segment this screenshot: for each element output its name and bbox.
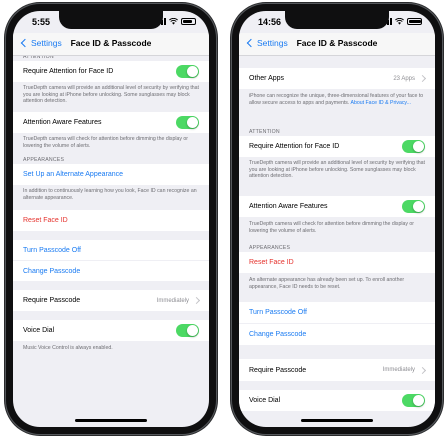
- require-attention-row: Require Attention for Face ID: [13, 61, 209, 82]
- left-phone: 5:55 Settings Face ID & Passcode ATTENTI…: [6, 4, 216, 434]
- require-attention-label: Require Attention for Face ID: [23, 68, 114, 75]
- chevron-right-icon: [192, 296, 201, 305]
- require-passcode-value: Immediately: [156, 297, 189, 304]
- require-attention-toggle[interactable]: [402, 140, 425, 153]
- nav-bar: Settings Face ID & Passcode: [239, 33, 435, 56]
- other-apps-label: Other Apps: [249, 75, 285, 82]
- page-title: Face ID & Passcode: [70, 38, 152, 48]
- alternate-appearance-note: In addition to continuously learning how…: [23, 188, 197, 201]
- attention-aware-label: Attention Aware Features: [23, 119, 102, 126]
- voice-dial-row: Voice Dial: [239, 390, 435, 411]
- other-apps-note: iPhone can recognize the unique, three-d…: [249, 93, 427, 106]
- attention-aware-note: TrueDepth camera will check for attentio…: [23, 136, 189, 149]
- require-attention-note: TrueDepth camera will provide an additio…: [23, 85, 199, 105]
- other-apps-value: 23 Apps: [393, 75, 415, 82]
- require-passcode-row[interactable]: Require Passcode Immediately: [13, 290, 209, 311]
- right-screen: 14:56 Settings Face ID & Passcode Other …: [239, 11, 435, 427]
- require-attention-label: Require Attention for Face ID: [249, 143, 340, 150]
- alternate-appearance-button[interactable]: Set Up an Alternate Appearance: [13, 164, 209, 185]
- section-header-appearances: APPEARANCES: [249, 245, 291, 251]
- require-passcode-label: Require Passcode: [249, 366, 307, 374]
- wifi-icon: [395, 18, 404, 25]
- status-time: 14:56: [258, 17, 282, 27]
- voice-dial-toggle[interactable]: [402, 394, 425, 407]
- notch: [59, 11, 163, 29]
- turn-passcode-off-button[interactable]: Turn Passcode Off: [239, 302, 435, 323]
- settings-list: ATTENTION Require Attention for Face ID …: [13, 54, 209, 427]
- change-passcode-button[interactable]: Change Passcode: [13, 261, 209, 281]
- page-title: Face ID & Passcode: [296, 38, 378, 48]
- nav-bar: Settings Face ID & Passcode: [13, 33, 209, 56]
- require-attention-row: Require Attention for Face ID: [239, 136, 435, 157]
- require-attention-toggle[interactable]: [176, 65, 199, 78]
- reset-face-id-button[interactable]: Reset Face ID: [13, 210, 209, 231]
- attention-aware-row: Attention Aware Features: [13, 112, 209, 133]
- attention-aware-label: Attention Aware Features: [249, 203, 328, 210]
- require-passcode-label: Require Passcode: [23, 297, 81, 304]
- require-attention-note: TrueDepth camera will provide an additio…: [249, 160, 425, 180]
- home-indicator[interactable]: [75, 419, 147, 422]
- attention-aware-note: TrueDepth camera will check for attentio…: [249, 221, 415, 234]
- left-screen: 5:55 Settings Face ID & Passcode ATTENTI…: [13, 11, 209, 427]
- other-apps-row[interactable]: Other Apps 23 Apps: [239, 68, 435, 89]
- voice-dial-note: Music Voice Control is always enabled.: [23, 345, 113, 351]
- settings-list: Other Apps 23 Apps iPhone can recognize …: [239, 56, 435, 427]
- section-header-attention: ATTENTION: [249, 129, 280, 135]
- status-time: 5:55: [32, 17, 51, 27]
- voice-dial-label: Voice Dial: [23, 327, 55, 334]
- notch: [285, 11, 389, 29]
- section-header-appearances: APPEARANCES: [23, 157, 65, 163]
- require-passcode-value: Immediately: [382, 367, 415, 373]
- change-passcode-button[interactable]: Change Passcode: [239, 324, 435, 345]
- chevron-right-icon: [418, 366, 427, 374]
- privacy-link[interactable]: About Face ID & Privacy...: [351, 100, 411, 106]
- reset-face-id-note: An alternate appearance has already been…: [249, 277, 405, 290]
- wifi-icon: [169, 18, 178, 25]
- home-indicator[interactable]: [301, 419, 373, 422]
- right-phone: 14:56 Settings Face ID & Passcode Other …: [232, 4, 442, 434]
- turn-passcode-off-button[interactable]: Turn Passcode Off: [13, 240, 209, 260]
- attention-aware-row: Attention Aware Features: [239, 196, 435, 217]
- voice-dial-label: Voice Dial: [249, 397, 281, 404]
- chevron-right-icon: [418, 74, 427, 83]
- attention-aware-toggle[interactable]: [402, 200, 425, 213]
- reset-face-id-button[interactable]: Reset Face ID: [239, 252, 435, 273]
- voice-dial-toggle[interactable]: [176, 324, 199, 337]
- require-passcode-row[interactable]: Require Passcode Immediately: [239, 359, 435, 381]
- voice-dial-row: Voice Dial: [13, 320, 209, 341]
- attention-aware-toggle[interactable]: [176, 116, 199, 129]
- battery-icon: [181, 18, 196, 25]
- battery-icon: [407, 18, 422, 25]
